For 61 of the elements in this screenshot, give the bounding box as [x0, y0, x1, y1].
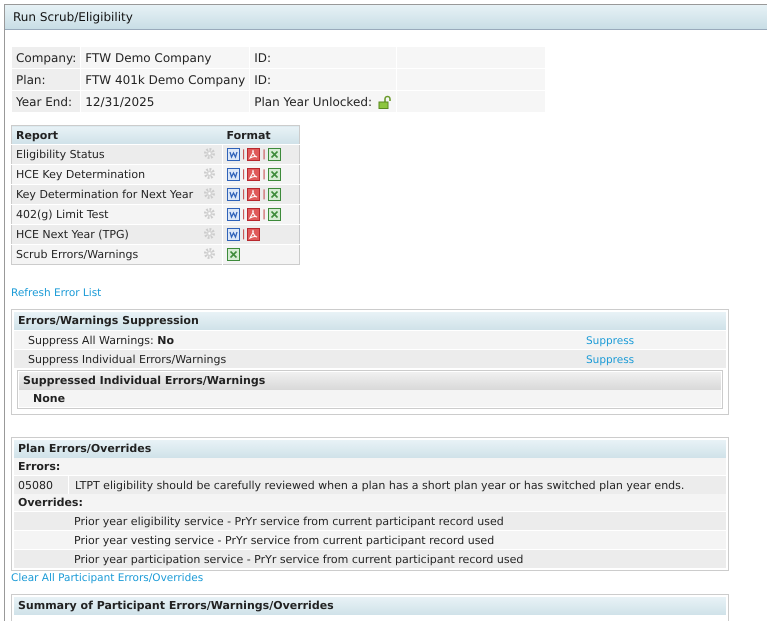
field-value: 12/31/2025: [80, 90, 250, 112]
report-name: Scrub Errors/Warnings: [12, 244, 200, 264]
separator-text: |: [242, 209, 246, 220]
field-label: Company:: [12, 46, 81, 68]
field-value: FTW Demo Company: [80, 46, 250, 68]
column-header: Format: [222, 126, 300, 144]
pdf-document-icon[interactable]: [247, 148, 260, 161]
pdf-document-icon[interactable]: [247, 208, 260, 221]
row-label: Suppress All Warnings: No: [28, 334, 174, 346]
subpanel-header: Suppressed Individual Errors/Warnings: [19, 372, 721, 390]
section-heading: Overrides:: [14, 494, 726, 511]
spreadsheet-icon[interactable]: [268, 188, 281, 201]
pdf-document-icon[interactable]: [247, 228, 260, 241]
override-text: Prior year participation service - PrYr service from current participant record used: [73, 552, 524, 566]
panel-header: Errors/Warnings Suppression: [14, 312, 726, 330]
empty-text: None: [19, 390, 721, 407]
pdf-document-icon[interactable]: [247, 168, 260, 181]
separator-text: |: [242, 169, 246, 180]
field-label: ID:: [254, 50, 272, 64]
column-header: Report: [12, 126, 222, 144]
suppress-link[interactable]: Suppress: [586, 334, 634, 346]
separator-text: |: [242, 149, 246, 160]
row-label: Suppress Individual Errors/Warnings: [28, 352, 226, 366]
override-text: Prior year vesting service - PrYr service from current participant record used: [73, 534, 494, 546]
error-message: LTPT eligibility should be carefully reviewed when a plan has a short plan year or has switched plan year ends.: [74, 478, 684, 492]
word-document-icon[interactable]: [227, 228, 240, 241]
separator-text: |: [262, 209, 266, 220]
override-text: Prior year eligibility service - PrYr service from current participant record used: [73, 514, 504, 528]
word-document-icon[interactable]: [227, 168, 240, 181]
open-padlock-icon[interactable]: [378, 94, 392, 108]
word-document-icon[interactable]: [227, 208, 240, 221]
spreadsheet-icon[interactable]: [268, 168, 281, 181]
field-label: ID:: [254, 72, 272, 86]
panel-header: Summary of Participant Errors/Warnings/Overrides: [14, 597, 726, 615]
report-name: HCE Key Determination: [12, 164, 200, 184]
separator-text: |: [262, 149, 266, 160]
separator-text: |: [262, 169, 266, 180]
separator-text: |: [262, 189, 266, 200]
report-name: HCE Next Year (TPG): [12, 224, 200, 244]
spreadsheet-icon[interactable]: [268, 148, 281, 161]
separator-text: |: [242, 229, 246, 240]
field-value: FTW 401k Demo Company: [80, 68, 250, 90]
spreadsheet-icon[interactable]: [268, 208, 281, 221]
report-name: 402(g) Limit Test: [12, 204, 200, 224]
separator-text: |: [242, 189, 246, 200]
field-label: Plan:: [12, 68, 81, 90]
spreadsheet-icon[interactable]: [227, 248, 240, 261]
suppress-link[interactable]: Suppress: [586, 354, 634, 366]
report-name: Eligibility Status: [12, 144, 200, 164]
panel-header: Plan Errors/Overrides: [14, 440, 726, 458]
field-label: Plan Year Unlocked:: [254, 94, 372, 108]
refresh-link[interactable]: Refresh Error List: [11, 287, 102, 299]
section-heading: Errors:: [14, 458, 726, 475]
report-name: Key Determination for Next Year: [12, 184, 200, 204]
field-label: Year End:: [12, 90, 81, 112]
word-document-icon[interactable]: [227, 148, 240, 161]
error-code: 05080: [18, 478, 53, 492]
clear-errors-link[interactable]: Clear All Participant Errors/Overrides: [11, 572, 761, 584]
pdf-document-icon[interactable]: [247, 188, 260, 201]
word-document-icon[interactable]: [227, 188, 240, 201]
window-title: Run Scrub/Eligibility: [13, 10, 133, 24]
